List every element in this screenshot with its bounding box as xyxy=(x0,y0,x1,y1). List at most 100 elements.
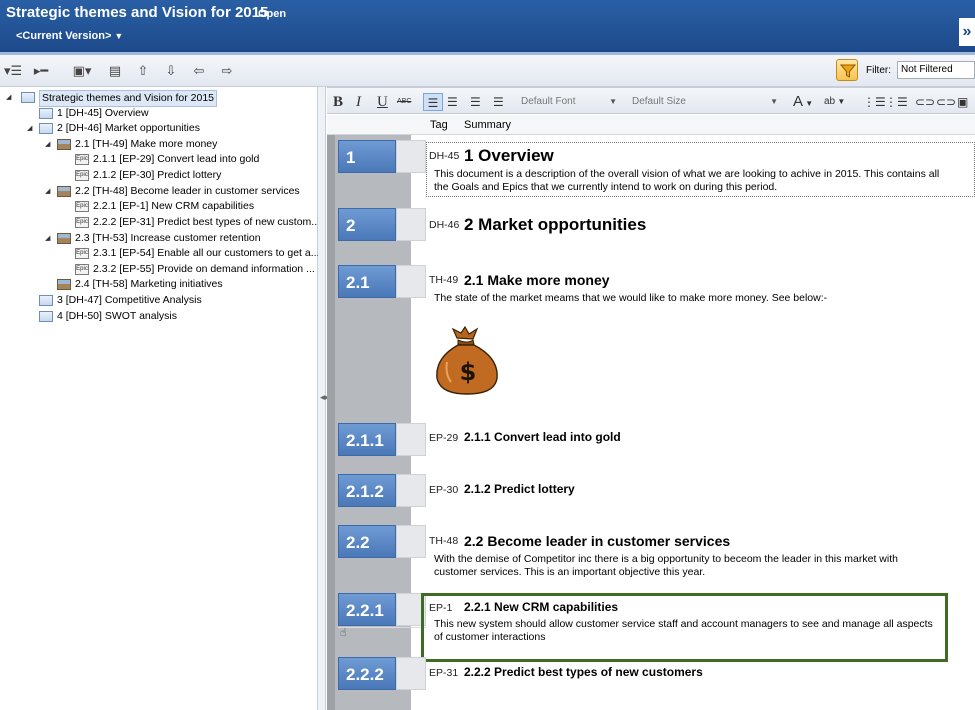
tree-item[interactable]: Epic 2.2.2 [EP-31] Predict best types of… xyxy=(6,215,320,230)
splitter-grip-icon[interactable]: ◂▸ xyxy=(320,380,329,414)
remove-link-button[interactable]: ⊂⊃ xyxy=(936,93,956,111)
bold-button[interactable]: B xyxy=(333,93,343,111)
move-up-icon[interactable]: ⇧ xyxy=(134,62,152,80)
tree-item-root[interactable]: ◢ Strategic themes and Vision for 2015 xyxy=(6,90,306,107)
tree-item[interactable]: ◢ 2.1 [TH-49] Make more money xyxy=(6,137,306,152)
row-number-box[interactable]: 2.1.1 xyxy=(338,423,396,456)
numbered-list-icon: ⋮☰ xyxy=(885,95,908,109)
collapse-arrow-icon[interactable]: ◢ xyxy=(45,184,53,199)
row-tag: EP-30 xyxy=(429,484,459,496)
row-drag-handle[interactable] xyxy=(396,525,426,558)
tree-item-label: Strategic themes and Vision for 2015 xyxy=(39,90,217,107)
align-center-button[interactable]: ☰ xyxy=(447,93,458,111)
filter-select[interactable]: Not Filtered xyxy=(897,61,975,79)
row-drag-handle[interactable] xyxy=(396,474,426,507)
tree-item[interactable]: Epic 2.3.1 [EP-54] Enable all our custom… xyxy=(6,246,319,261)
outline-icon[interactable]: ▤ xyxy=(106,62,124,80)
underline-button[interactable]: U xyxy=(377,93,388,111)
row-drag-handle[interactable] xyxy=(396,657,426,690)
row-title[interactable]: 2.2.1 New CRM capabilities xyxy=(464,600,618,614)
dollar-sign: $ xyxy=(460,358,477,386)
row-drag-handle[interactable] xyxy=(396,140,426,173)
insert-link-button[interactable]: ⊂⊃ xyxy=(915,93,935,111)
row-drag-handle[interactable] xyxy=(396,423,426,456)
document-status: Open xyxy=(258,8,287,20)
row-drag-handle[interactable] xyxy=(396,208,426,241)
collapse-arrow-icon[interactable]: ◢ xyxy=(45,137,53,152)
justify-button[interactable]: ☰ xyxy=(493,93,504,111)
version-selector[interactable]: <Current Version> ▼ xyxy=(16,30,123,42)
collapse-all-icon[interactable]: ▸━ xyxy=(32,62,50,80)
tree-item-label: 2.1.2 [EP-30] Predict lottery xyxy=(93,169,222,181)
panel-expand-icon[interactable]: » xyxy=(959,18,975,46)
theme-icon xyxy=(57,233,71,244)
row-drag-handle[interactable] xyxy=(396,265,426,298)
row-description[interactable]: With the demise of Competitor inc there … xyxy=(434,553,944,579)
align-left-button[interactable]: ☰ xyxy=(423,93,443,111)
tree-item[interactable]: Epic 2.1.2 [EP-30] Predict lottery xyxy=(6,168,306,183)
tree-item[interactable]: 2.4 [TH-58] Marketing initiatives xyxy=(6,277,306,292)
theme-icon xyxy=(57,279,71,290)
align-right-button[interactable]: ☰ xyxy=(470,93,481,111)
row-description[interactable]: The state of the market meams that we wo… xyxy=(434,292,944,305)
tree-item[interactable]: Epic 2.3.2 [EP-55] Provide on demand inf… xyxy=(6,262,316,277)
indent-icon[interactable]: ⇨ xyxy=(218,62,236,80)
row-tag: EP-31 xyxy=(429,667,459,679)
tree-item[interactable]: ◢ 2.2 [TH-48] Become leader in customer … xyxy=(6,184,306,199)
tree-item[interactable]: 4 [DH-50] SWOT analysis xyxy=(6,309,306,324)
row-description[interactable]: This new system should allow customer se… xyxy=(434,618,944,644)
money-bag-icon: $ xyxy=(436,325,498,395)
insert-item-icon[interactable]: ▣▾ xyxy=(68,62,96,80)
bullet-list-button[interactable]: ⋮☰ xyxy=(863,93,886,111)
row-number-box[interactable]: 2.2.1 xyxy=(338,593,396,626)
move-down-icon[interactable]: ⇩ xyxy=(162,62,180,80)
heading-icon xyxy=(39,311,53,322)
row-title[interactable]: 2.2.2 Predict best types of new customer… xyxy=(464,665,703,679)
row-title[interactable]: 1 Overview xyxy=(464,146,554,166)
row-title[interactable]: 2.1.2 Predict lottery xyxy=(464,482,575,496)
image-icon: ▣ xyxy=(957,95,969,109)
row-number-box[interactable]: 2.1 xyxy=(338,265,396,298)
tree-item[interactable]: ◢ 2 [DH-46] Market opportunities xyxy=(6,121,306,136)
document-title: Strategic themes and Vision for 2015 xyxy=(6,4,269,21)
tree-item[interactable]: Epic 2.2.1 [EP-1] New CRM capabilities xyxy=(6,199,306,214)
numbered-list-button[interactable]: ⋮☰ xyxy=(885,93,908,111)
column-header-tag[interactable]: Tag xyxy=(430,119,448,131)
highlight-button[interactable]: ab ▼ xyxy=(824,93,845,111)
font-color-button[interactable]: A ▼ xyxy=(793,93,813,111)
row-title[interactable]: 2.1 Make more money xyxy=(464,272,610,288)
collapse-arrow-icon[interactable]: ◢ xyxy=(27,121,35,136)
tree-item[interactable]: 3 [DH-47] Competitive Analysis xyxy=(6,293,306,308)
row-number-box[interactable]: 2.1.2 xyxy=(338,474,396,507)
column-header-summary[interactable]: Summary xyxy=(464,119,511,131)
font-size-value: Default Size xyxy=(632,96,686,107)
tree-item[interactable]: 1 [DH-45] Overview xyxy=(6,106,306,121)
funnel-icon xyxy=(840,64,856,78)
insert-image-button[interactable]: ▣ xyxy=(957,93,968,111)
row-title[interactable]: 2.1.1 Convert lead into gold xyxy=(464,430,621,444)
row-number-box[interactable]: 2.2.2 xyxy=(338,657,396,690)
heading-icon xyxy=(39,108,53,119)
row-title[interactable]: 2.2 Become leader in customer services xyxy=(464,533,730,549)
row-number-box[interactable]: 2.2 xyxy=(338,525,396,558)
row-number-box[interactable]: 1 xyxy=(338,140,396,173)
filter-button[interactable] xyxy=(836,59,858,81)
italic-button[interactable]: I xyxy=(356,93,361,111)
collapse-arrow-icon[interactable]: ◢ xyxy=(6,90,14,105)
tree-item-label: 2.2.2 [EP-31] Predict best types of new … xyxy=(93,216,321,228)
strikethrough-button[interactable]: ABC xyxy=(397,93,411,111)
font-family-select[interactable]: Default Font ▼ xyxy=(521,94,617,110)
tree-item[interactable]: Epic 2.1.1 [EP-29] Convert lead into gol… xyxy=(6,152,306,167)
row-tag: EP-1 xyxy=(429,602,453,614)
collapse-arrow-icon[interactable]: ◢ xyxy=(45,231,53,246)
row-number-box[interactable]: 2 xyxy=(338,208,396,241)
row-description[interactable]: This document is a description of the ov… xyxy=(434,168,944,194)
outdent-icon[interactable]: ⇦ xyxy=(190,62,208,80)
tree-item-label: 2.3.2 [EP-55] Provide on demand informat… xyxy=(93,263,315,275)
unlink-icon: ⊂⊃ xyxy=(936,95,957,109)
tree-item[interactable]: ◢ 2.3 [TH-53] Increase customer retentio… xyxy=(6,231,306,246)
gutter-scroll-strip xyxy=(327,135,335,710)
font-size-select[interactable]: Default Size ▼ xyxy=(632,94,778,110)
expand-all-icon[interactable]: ▾☰ xyxy=(4,62,22,80)
row-title[interactable]: 2 Market opportunities xyxy=(464,215,646,235)
